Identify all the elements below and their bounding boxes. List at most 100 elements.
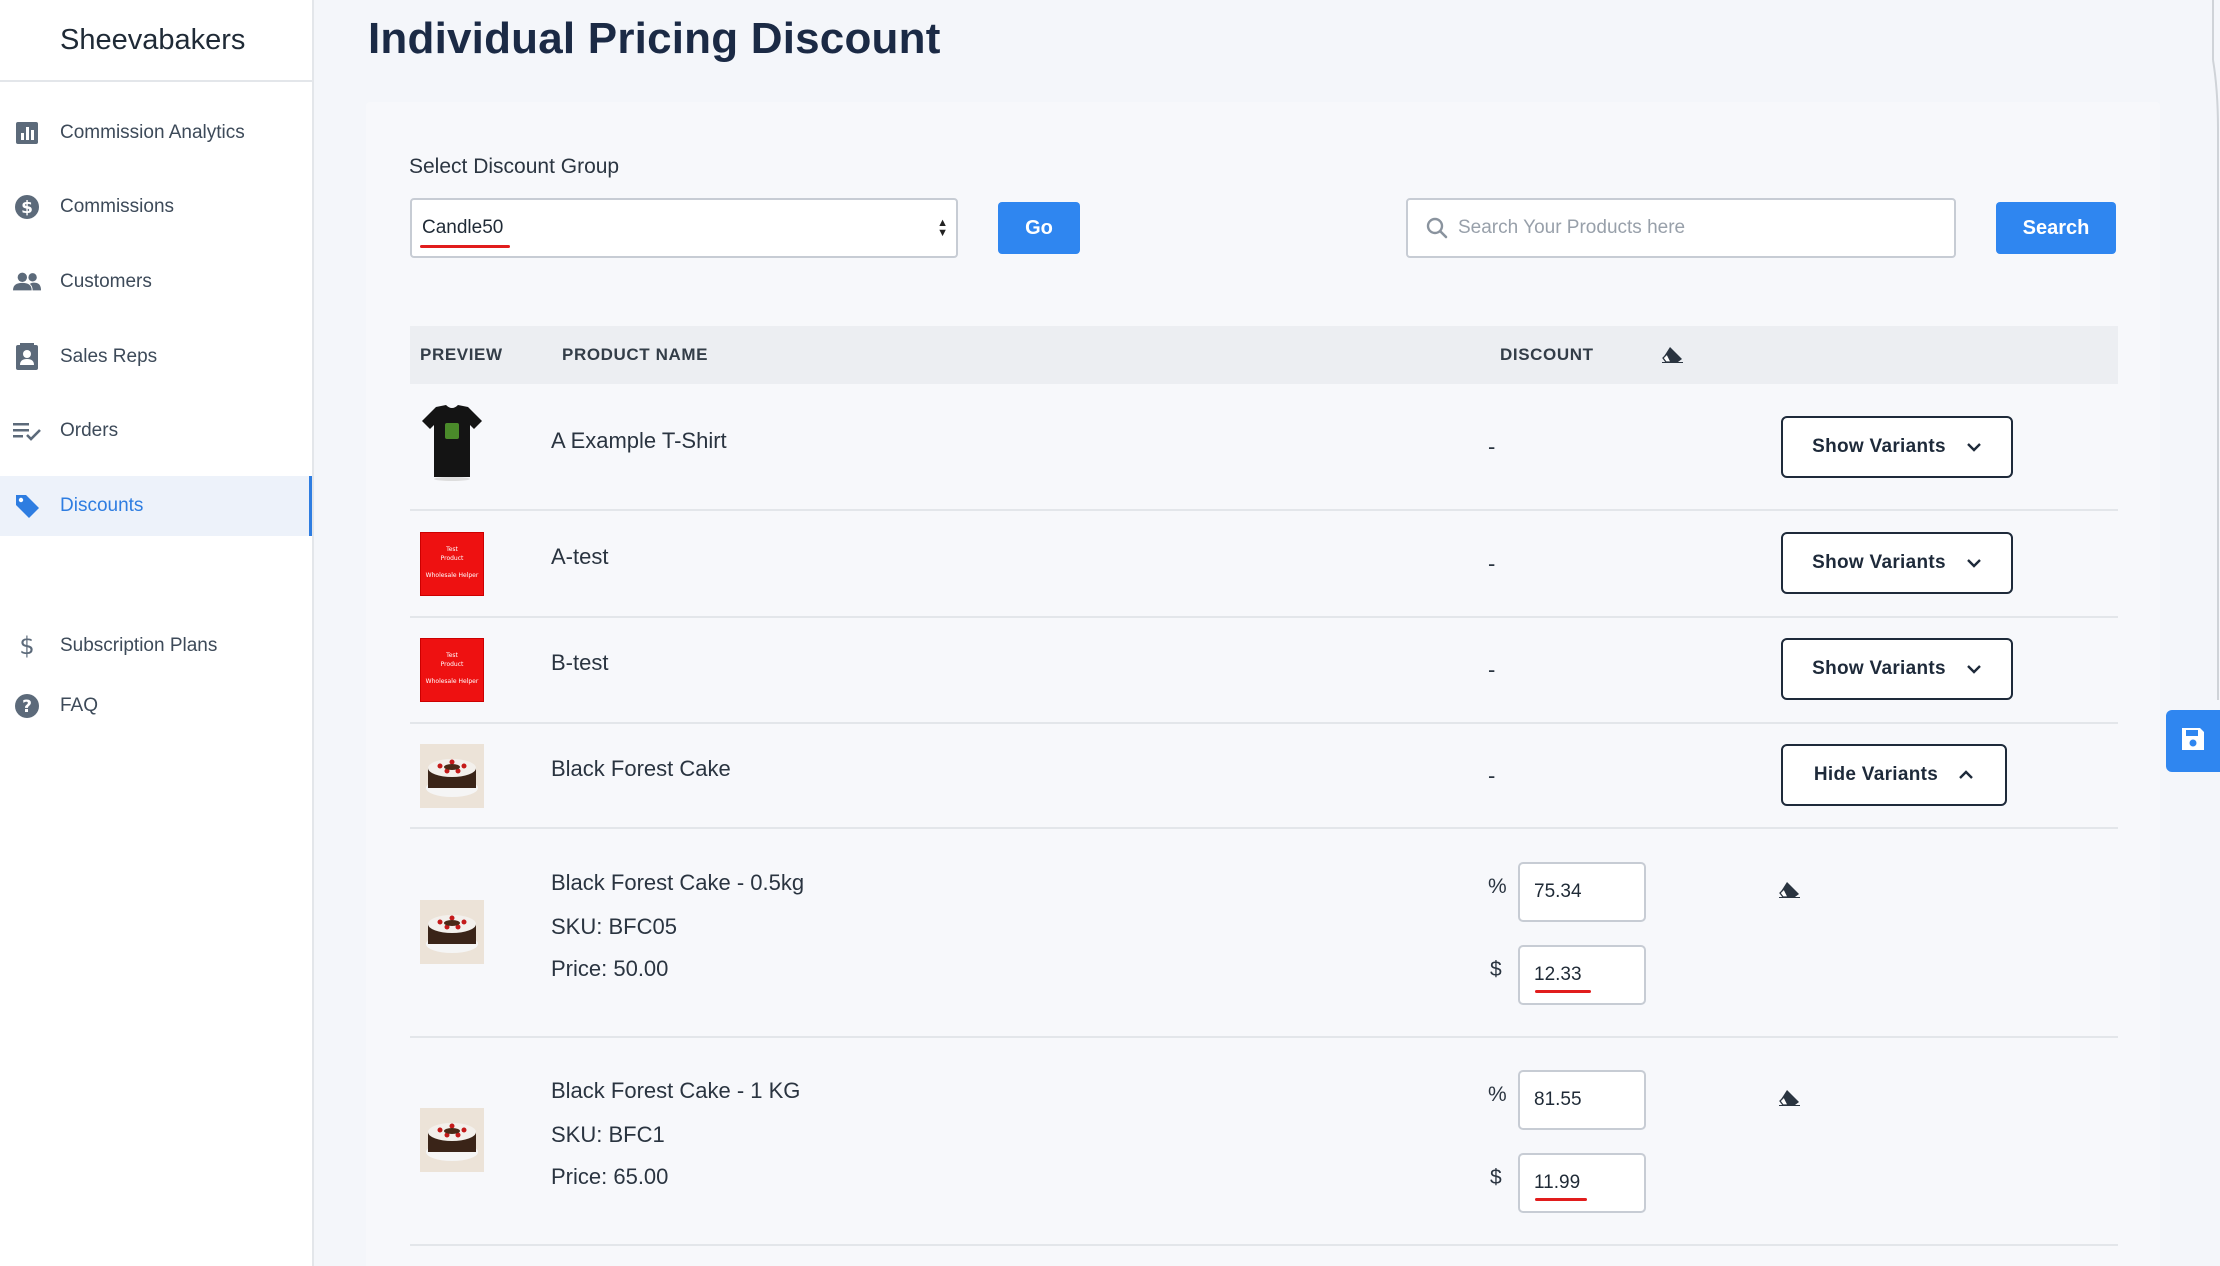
button-label: Show Variants bbox=[1812, 658, 1946, 679]
bar-chart-icon bbox=[13, 119, 41, 147]
row-divider bbox=[410, 722, 2118, 724]
dollar-discount-input[interactable]: 12.33 bbox=[1518, 945, 1646, 1005]
checklist-icon bbox=[13, 417, 41, 445]
percent-symbol: % bbox=[1488, 1083, 1507, 1106]
sidebar-item-sales-reps[interactable]: Sales Reps bbox=[0, 327, 312, 387]
percent-discount-input[interactable]: 81.55 bbox=[1518, 1070, 1646, 1130]
chevron-down-icon bbox=[1966, 658, 1982, 680]
sidebar-item-orders[interactable]: Orders bbox=[0, 401, 312, 461]
show-variants-button[interactable]: Show Variants bbox=[1781, 416, 2013, 478]
dollar-discount-input[interactable]: 11.99 bbox=[1518, 1153, 1646, 1213]
store-name: Sheevabakers bbox=[0, 0, 312, 82]
chevron-down-icon bbox=[1966, 552, 1982, 574]
thumb-text: Product bbox=[440, 661, 464, 668]
row-divider bbox=[410, 827, 2118, 829]
product-thumbnail: Test Product Wholesale Helper bbox=[420, 532, 484, 596]
sidebar-item-label: Customers bbox=[60, 271, 152, 292]
variant-price: Price: 65.00 bbox=[551, 1164, 669, 1189]
svg-text:$: $ bbox=[21, 198, 33, 218]
product-thumbnail: Test Product Wholesale Helper bbox=[420, 638, 484, 702]
floppy-disk-icon bbox=[2180, 726, 2206, 757]
chevron-up-icon bbox=[1958, 764, 1974, 786]
row-divider bbox=[410, 1036, 2118, 1038]
button-label: Show Variants bbox=[1812, 552, 1946, 573]
product-name[interactable]: Black Forest Cake bbox=[551, 756, 731, 782]
variant-sku: SKU: BFC05 bbox=[551, 914, 677, 939]
select-arrows-icon: ▲ ▼ bbox=[937, 217, 948, 239]
sidebar-item-commissions[interactable]: $ Commissions bbox=[0, 177, 312, 237]
thumb-text: Test bbox=[446, 652, 458, 659]
variant-name: Black Forest Cake - 1 KG bbox=[551, 1078, 801, 1103]
product-name[interactable]: A Example T-Shirt bbox=[551, 428, 727, 454]
row-divider bbox=[410, 509, 2118, 511]
id-card-icon bbox=[13, 343, 41, 371]
product-thumbnail bbox=[420, 744, 484, 808]
search-icon bbox=[1426, 217, 1448, 239]
annotation-underline bbox=[1535, 1198, 1587, 1201]
column-preview: PREVIEW bbox=[420, 345, 503, 364]
thumb-text: Wholesale Helper bbox=[425, 678, 479, 685]
product-name[interactable]: B-test bbox=[551, 650, 608, 676]
sidebar-item-discounts[interactable]: Discounts bbox=[0, 476, 312, 536]
product-name[interactable]: A-test bbox=[551, 544, 608, 570]
percent-symbol: % bbox=[1488, 875, 1507, 898]
discount-value: - bbox=[1488, 551, 1496, 576]
row-divider bbox=[410, 616, 2118, 618]
discount-group-value: Candle50 bbox=[422, 217, 504, 238]
dollar-circle-icon: $ bbox=[13, 193, 41, 221]
button-label: Show Variants bbox=[1812, 436, 1946, 457]
discount-group-label: Select Discount Group bbox=[409, 155, 620, 178]
sidebar-item-label: Subscription Plans bbox=[60, 635, 218, 656]
hide-variants-button[interactable]: Hide Variants bbox=[1781, 744, 2007, 806]
go-button[interactable]: Go bbox=[998, 202, 1080, 254]
page-title: Individual Pricing Discount bbox=[368, 14, 941, 63]
thumb-text: Wholesale Helper bbox=[425, 572, 479, 579]
row-divider bbox=[410, 1244, 2118, 1246]
thumb-text: Product bbox=[440, 555, 464, 562]
show-variants-button[interactable]: Show Variants bbox=[1781, 532, 2013, 594]
product-search bbox=[1406, 198, 1956, 258]
sidebar-item-customers[interactable]: Customers bbox=[0, 252, 312, 312]
sidebar-item-commission-analytics[interactable]: Commission Analytics bbox=[0, 103, 312, 163]
sidebar-item-label: Orders bbox=[60, 420, 119, 441]
search-button[interactable]: Search bbox=[1996, 202, 2116, 254]
variant-sku: SKU: BFC1 bbox=[551, 1122, 665, 1147]
thumb-text: Test bbox=[446, 546, 458, 553]
scrollbar[interactable] bbox=[2208, 0, 2220, 700]
variant-price: Price: 50.00 bbox=[551, 956, 669, 981]
table-header: PREVIEW PRODUCT NAME DISCOUNT bbox=[410, 326, 2118, 384]
column-product-name: PRODUCT NAME bbox=[562, 345, 709, 364]
variant-thumbnail bbox=[420, 900, 484, 964]
column-discount: DISCOUNT bbox=[1500, 345, 1594, 364]
dollar-icon: $ bbox=[13, 632, 41, 660]
discount-group-select[interactable]: Candle50 ▲ ▼ bbox=[410, 198, 958, 258]
svg-text:?: ? bbox=[22, 697, 32, 717]
variant-name: Black Forest Cake - 0.5kg bbox=[551, 870, 805, 895]
clear-all-eraser-icon[interactable] bbox=[1662, 345, 1684, 368]
clear-discount-eraser-icon[interactable] bbox=[1779, 880, 1801, 898]
show-variants-button[interactable]: Show Variants bbox=[1781, 638, 2013, 700]
sidebar-item-subscription-plans[interactable]: $ Subscription Plans bbox=[0, 616, 312, 676]
percent-discount-input[interactable]: 75.34 bbox=[1518, 862, 1646, 922]
variant-thumbnail bbox=[420, 1108, 484, 1172]
svg-text:$: $ bbox=[19, 632, 34, 660]
annotation-underline bbox=[1535, 990, 1591, 993]
dollar-symbol: $ bbox=[1490, 958, 1502, 981]
sidebar-item-label: Sales Reps bbox=[60, 346, 158, 367]
sidebar: Sheevabakers Commission Analytics $ Comm… bbox=[0, 0, 314, 1266]
button-label: Hide Variants bbox=[1813, 764, 1939, 785]
tag-icon bbox=[13, 492, 41, 520]
annotation-underline bbox=[420, 245, 510, 248]
sidebar-item-label: Discounts bbox=[60, 495, 144, 516]
chevron-down-icon bbox=[1966, 436, 1982, 458]
discount-value: - bbox=[1488, 434, 1496, 459]
discount-value: - bbox=[1488, 657, 1496, 682]
sidebar-item-label: FAQ bbox=[60, 695, 99, 716]
sidebar-item-faq[interactable]: ? FAQ bbox=[0, 676, 312, 736]
clear-discount-eraser-icon[interactable] bbox=[1779, 1088, 1801, 1106]
users-icon bbox=[13, 268, 41, 296]
save-button[interactable] bbox=[2166, 710, 2220, 772]
search-input[interactable] bbox=[1458, 217, 1938, 239]
question-icon: ? bbox=[13, 692, 41, 720]
product-thumbnail bbox=[420, 403, 484, 481]
